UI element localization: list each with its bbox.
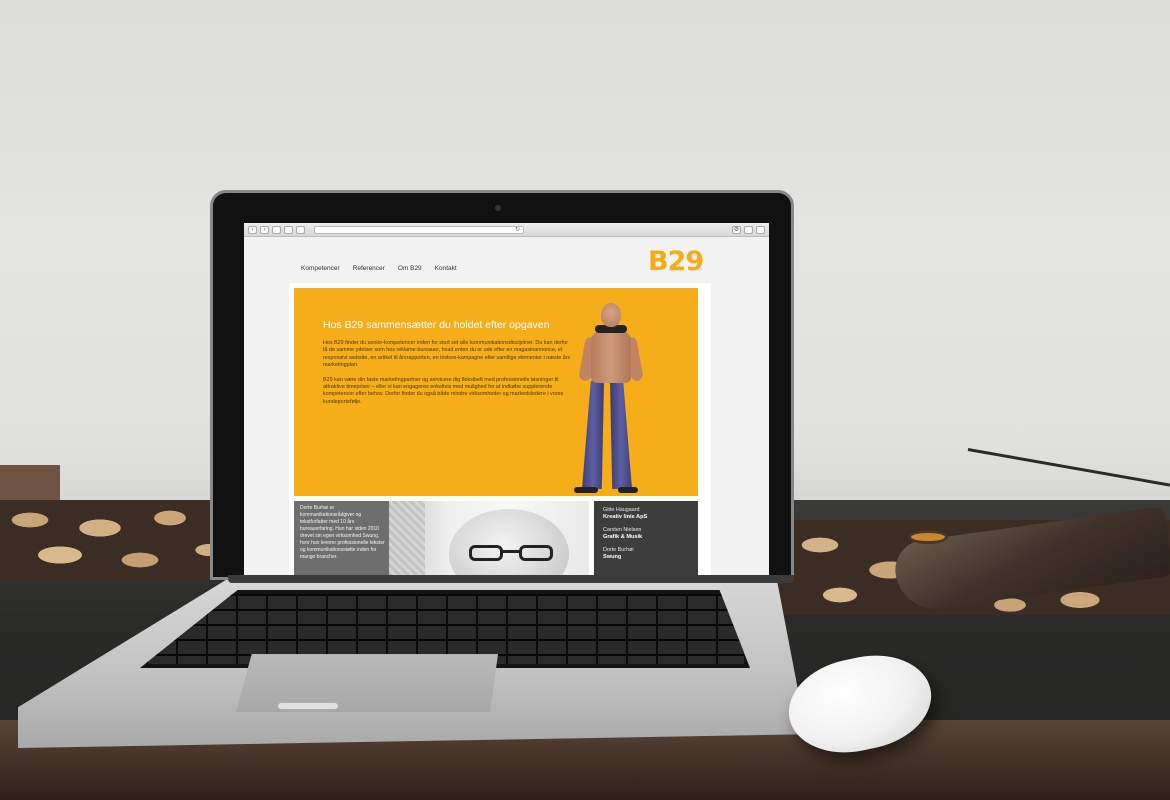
hero-paragraph-2: B29 kan være din faste marketingpartner … xyxy=(323,376,564,405)
people-list-item[interactable]: Carsten Nielsen Grafik & Musik xyxy=(603,527,698,541)
back-icon[interactable]: ‹ xyxy=(248,225,257,234)
person-torso xyxy=(591,331,631,383)
person-company: Swung xyxy=(603,554,622,560)
website: B29 Kompetencer Referencer Om B29 Kontak… xyxy=(244,238,769,575)
hero-person-photo xyxy=(574,303,644,493)
nav-item-om-b29[interactable]: Om B29 xyxy=(398,265,422,272)
person-shoe-right xyxy=(618,487,638,493)
person-company: Grafik & Musik xyxy=(603,534,643,540)
camera-icon xyxy=(495,205,501,211)
person-name: Dorte Burhøi xyxy=(603,547,634,553)
nav-item-referencer[interactable]: Referencer xyxy=(353,265,385,272)
reader-icon[interactable] xyxy=(296,225,305,234)
person-leg-right xyxy=(610,381,632,489)
hero-banner: Hos B29 sammensætter du holdet efter opg… xyxy=(294,288,698,496)
main-nav: Kompetencer Referencer Om B29 Kontakt xyxy=(301,265,457,272)
portrait-face xyxy=(449,509,569,575)
sidebar-icon[interactable] xyxy=(272,225,281,234)
person-shoe-left xyxy=(574,487,598,493)
wood-slice-runner-left xyxy=(0,500,230,580)
glasses-icon xyxy=(469,545,559,561)
tabs-icon[interactable] xyxy=(756,225,765,234)
people-list: Gitte Haugaard Kreativ linie ApS Carsten… xyxy=(594,501,698,575)
laptop-hinge xyxy=(228,575,794,583)
people-list-item[interactable]: Gitte Haugaard Kreativ linie ApS xyxy=(603,507,698,521)
glasses-lens-left xyxy=(469,545,503,561)
reload-icon[interactable]: ↻ xyxy=(515,226,520,233)
glasses-lens-right xyxy=(519,545,553,561)
people-list-item[interactable]: Dorte Burhøi Swung xyxy=(603,547,698,561)
person-company: Kreativ linie ApS xyxy=(603,514,648,520)
incense-cup xyxy=(908,530,948,544)
person-leg-left xyxy=(582,381,604,489)
address-bar[interactable]: ↻ xyxy=(314,225,524,234)
hero-paragraph-1: Hos B29 finder du senior-kompetencer ind… xyxy=(323,340,571,369)
site-logo[interactable]: B29 xyxy=(648,246,704,277)
hero-text: Hos B29 finder du senior-kompetencer ind… xyxy=(323,340,571,413)
laptop-notch xyxy=(278,703,338,709)
cloud-icon[interactable] xyxy=(284,225,293,234)
portrait-photo xyxy=(389,501,589,575)
glasses-bridge xyxy=(503,550,519,553)
browser-toolbar: ‹ › ↻ ⚙ xyxy=(244,223,769,237)
hero-title: Hos B29 sammensætter du holdet efter opg… xyxy=(323,319,550,331)
laptop-screen: ‹ › ↻ ⚙ B29 Kompetencer Referencer Om B2… xyxy=(244,223,769,575)
nav-item-kontakt[interactable]: Kontakt xyxy=(435,265,457,272)
bio-panel: Dorte Burhøi er kommunikationsrådgiver o… xyxy=(294,501,389,575)
keyboard-keys xyxy=(146,594,744,664)
settings-icon[interactable]: ⚙ xyxy=(732,225,741,234)
portrait-background-pattern xyxy=(389,501,425,575)
bio-text: Dorte Burhøi er kommunikationsrådgiver o… xyxy=(300,505,385,560)
person-head xyxy=(601,303,621,327)
share-icon[interactable] xyxy=(744,225,753,234)
nav-item-kompetencer[interactable]: Kompetencer xyxy=(301,265,340,272)
laptop-trackpad xyxy=(236,654,498,712)
forward-icon[interactable]: › xyxy=(260,225,269,234)
page-content: Hos B29 sammensætter du holdet efter opg… xyxy=(289,283,711,575)
person-name: Carsten Nielsen xyxy=(603,527,642,533)
person-name: Gitte Haugaard xyxy=(603,507,640,513)
